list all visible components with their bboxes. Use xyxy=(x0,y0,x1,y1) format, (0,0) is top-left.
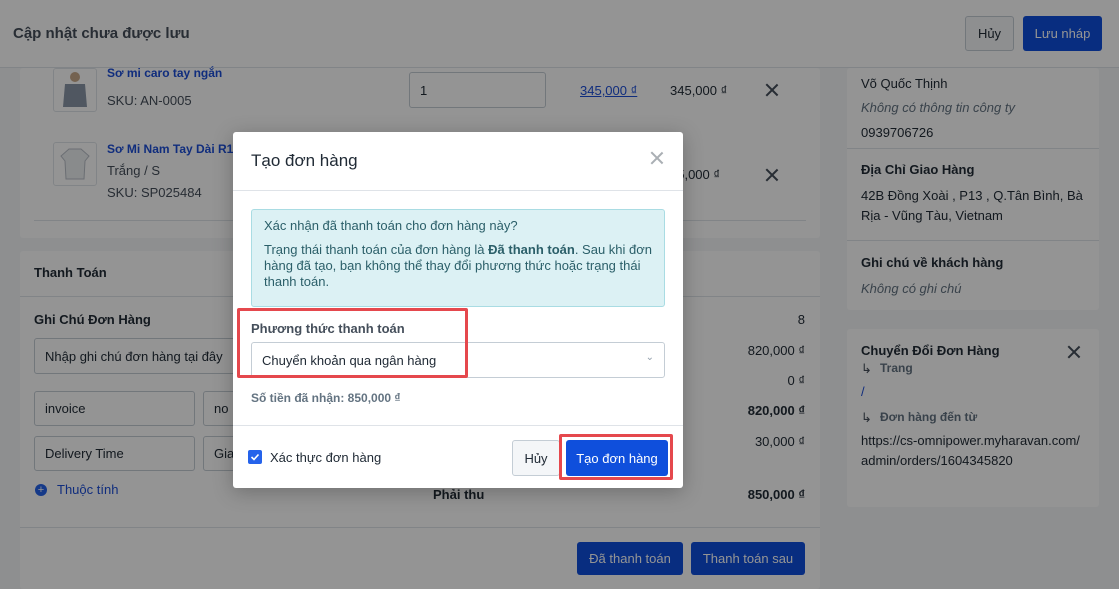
modal-title: Tạo đơn hàng xyxy=(251,151,358,170)
chevron-down-icon: ⌄ xyxy=(645,352,654,363)
create-order-modal: Tạo đơn hàng Xác nhận đã thanh toán cho … xyxy=(233,132,683,488)
check-icon xyxy=(250,453,260,461)
modal-footer: Xác thực đơn hàng Hủy Tạo đơn hàng xyxy=(233,425,683,488)
info-status: Trạng thái thanh toán của đơn hàng là Đã… xyxy=(264,242,653,289)
payment-info-alert: Xác nhận đã thanh toán cho đơn hàng này?… xyxy=(251,209,665,307)
verify-order-label[interactable]: Xác thực đơn hàng xyxy=(270,450,381,465)
amount-received: Số tiền đã nhận: 850,000 ₫ xyxy=(251,391,401,405)
highlight-box xyxy=(559,434,673,480)
verify-order-checkbox[interactable] xyxy=(248,450,262,464)
modal-header: Tạo đơn hàng xyxy=(233,132,683,191)
highlight-box xyxy=(237,308,468,378)
close-icon[interactable] xyxy=(650,151,664,165)
info-question: Xác nhận đã thanh toán cho đơn hàng này? xyxy=(264,218,518,233)
modal-cancel-button[interactable]: Hủy xyxy=(512,440,560,476)
